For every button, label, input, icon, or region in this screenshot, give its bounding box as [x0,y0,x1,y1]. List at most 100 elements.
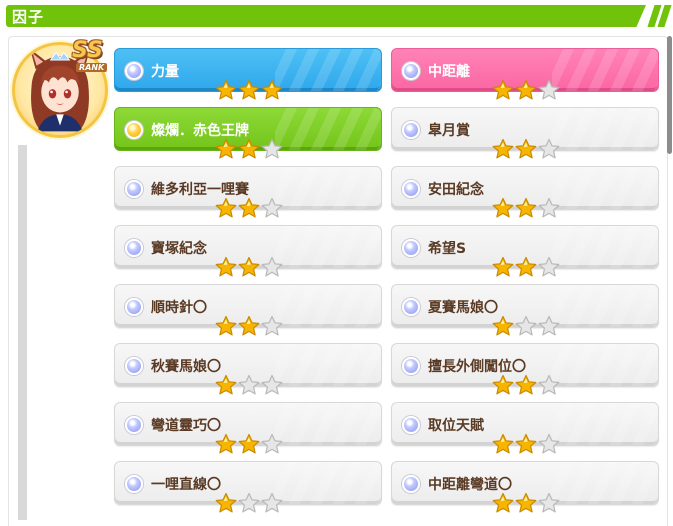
star-empty-icon [538,197,560,218]
blue-orb-icon [402,416,420,434]
blue-orb-icon [125,62,143,80]
star-filled-icon [215,197,237,218]
star-filled-icon [238,138,260,159]
card-decoration [274,226,381,268]
star-rating [215,197,283,219]
star-rating [215,374,283,396]
factor-card[interactable]: 維多利亞一哩賽 [114,166,382,218]
blue-orb-icon [125,298,143,316]
factor-card[interactable]: 取位天賦 [391,402,659,454]
factor-card[interactable]: 秋賽馬娘〇 [114,343,382,395]
header-bar [6,5,646,27]
factor-label: 一哩直線〇 [151,477,221,493]
page-title: 因子 [12,8,45,26]
star-filled-icon [492,256,514,277]
factor-label: 安田紀念 [428,182,484,198]
card-decoration [551,285,658,327]
star-filled-icon [238,433,260,454]
star-filled-icon [492,79,514,100]
scrollbar[interactable] [667,36,672,154]
star-filled-icon [492,197,514,218]
star-rating [215,79,283,101]
rank-label: RANK [76,63,108,72]
star-filled-icon [215,138,237,159]
factor-label: 寶塚紀念 [151,241,207,257]
factor-label: 中距離 [428,64,470,80]
star-rating [215,138,283,160]
factor-card[interactable]: 皐月賞 [391,107,659,159]
card-decoration [274,462,381,504]
star-filled-icon [215,79,237,100]
star-filled-icon [215,492,237,513]
star-empty-icon [538,315,560,336]
card-decoration [551,344,658,386]
factor-label: 取位天賦 [428,418,484,434]
gold-orb-icon [125,121,143,139]
card-decoration [551,462,658,504]
star-rating [492,138,560,160]
star-filled-icon [238,197,260,218]
star-rating [492,492,560,514]
card-decoration [551,403,658,445]
star-filled-icon [515,256,537,277]
star-rating [492,315,560,337]
star-empty-icon [538,374,560,395]
factor-label: 擅長外側闖位〇 [428,359,526,375]
star-filled-icon [492,374,514,395]
factor-card[interactable]: 燦爛．赤色王牌 [114,107,382,159]
factor-label: 中距離彎道〇 [428,477,512,493]
left-rail [18,145,27,520]
factor-card[interactable]: 夏賽馬娘〇 [391,284,659,336]
factor-card[interactable]: 彎道靈巧〇 [114,402,382,454]
blue-orb-icon [402,180,420,198]
blue-orb-icon [402,475,420,493]
star-filled-icon [515,197,537,218]
card-decoration [274,403,381,445]
star-empty-icon [538,138,560,159]
factor-card[interactable]: 希望S [391,225,659,277]
card-decoration [274,344,381,386]
rank-badge: SS RANK [68,38,114,80]
factor-card[interactable]: 擅長外側闖位〇 [391,343,659,395]
blue-orb-icon [402,62,420,80]
factor-card[interactable]: 安田紀念 [391,166,659,218]
factor-card[interactable]: 中距離 [391,48,659,100]
star-empty-icon [538,256,560,277]
card-decoration [274,285,381,327]
star-rating [492,79,560,101]
blue-orb-icon [125,239,143,257]
card-decoration [551,108,658,150]
star-empty-icon [261,197,283,218]
star-rating [492,433,560,455]
factor-label: 秋賽馬娘〇 [151,359,221,375]
factor-card[interactable]: 力量 [114,48,382,100]
factor-label: 彎道靈巧〇 [151,418,221,434]
star-rating [215,433,283,455]
star-empty-icon [261,433,283,454]
factor-label: 希望S [428,241,467,257]
star-empty-icon [538,79,560,100]
card-decoration [551,226,658,268]
factor-card[interactable]: 中距離彎道〇 [391,461,659,513]
blue-orb-icon [402,239,420,257]
star-filled-icon [515,138,537,159]
star-empty-icon [515,315,537,336]
star-filled-icon [492,315,514,336]
star-rating [492,197,560,219]
star-empty-icon [261,138,283,159]
star-empty-icon [238,374,260,395]
star-empty-icon [261,315,283,336]
star-empty-icon [238,492,260,513]
star-filled-icon [238,79,260,100]
card-decoration [274,108,381,150]
factor-card[interactable]: 寶塚紀念 [114,225,382,277]
star-filled-icon [492,138,514,159]
blue-orb-icon [402,121,420,139]
factor-card[interactable]: 順時針〇 [114,284,382,336]
star-rating [492,374,560,396]
star-filled-icon [215,433,237,454]
factor-card[interactable]: 一哩直線〇 [114,461,382,513]
star-filled-icon [238,256,260,277]
star-filled-icon [261,79,283,100]
star-empty-icon [261,256,283,277]
